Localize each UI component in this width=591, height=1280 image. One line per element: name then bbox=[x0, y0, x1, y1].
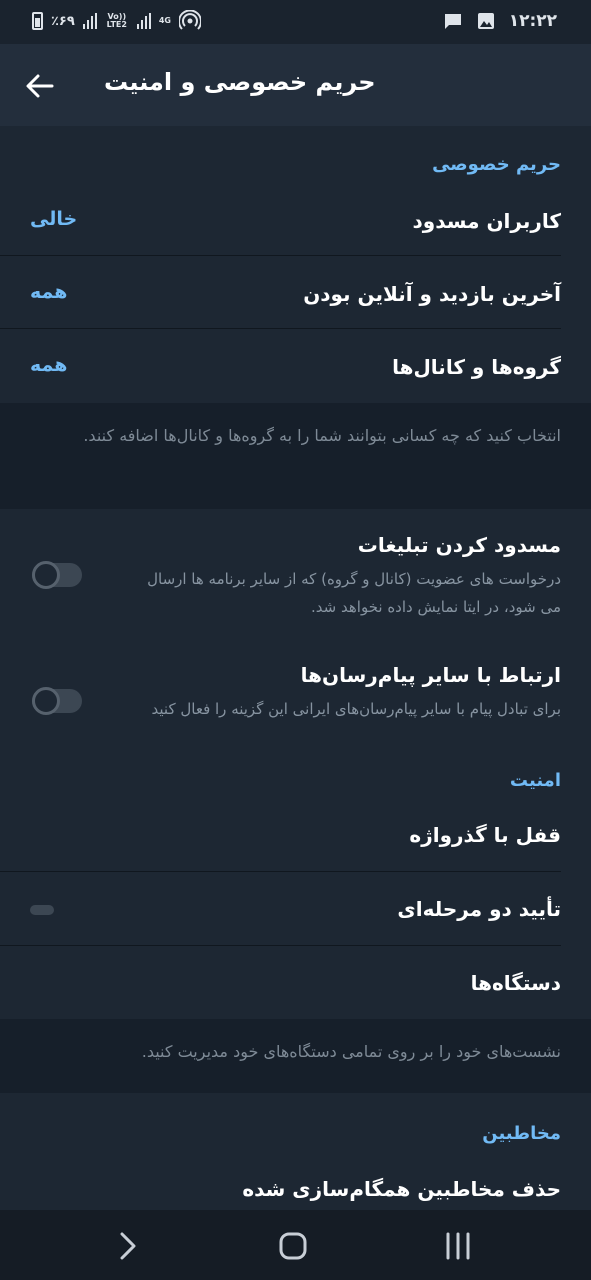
recents-lines-icon[interactable] bbox=[440, 1228, 476, 1264]
blocked-users-label: کاربران مسدود bbox=[412, 209, 561, 233]
divider bbox=[0, 945, 561, 946]
signal-icon-2 bbox=[136, 13, 151, 29]
clock: ۱۲:۲۲ bbox=[508, 11, 557, 31]
block-ads-desc-2: می شود، در ایتا نمایش داده نخواهد شد. bbox=[311, 598, 561, 616]
notification-icons bbox=[443, 12, 495, 30]
status-bar-left: ٪۶۹ Vo)) LTE2 4G bbox=[32, 10, 201, 32]
delete-synced-contacts-row[interactable]: حذف مخاطبین همگام‌سازی شده bbox=[0, 1153, 591, 1210]
page-title: حریم خصوصی و امنیت bbox=[104, 68, 376, 96]
chevron-right-icon[interactable] bbox=[110, 1228, 146, 1264]
two-step-label: تأیید دو مرحله‌ای bbox=[397, 897, 561, 921]
groups-channels-value: همه bbox=[30, 354, 68, 376]
home-square-icon[interactable] bbox=[275, 1228, 311, 1264]
block-ads-label: مسدود کردن تبلیغات bbox=[357, 533, 561, 557]
volte-label: Vo)) LTE2 bbox=[106, 12, 127, 29]
screen: ٪۶۹ Vo)) LTE2 4G ۱۲:۲۲ حریم خصوصی و امنی… bbox=[0, 0, 591, 1280]
block-ads-toggle[interactable] bbox=[32, 561, 82, 589]
status-bar: ٪۶۹ Vo)) LTE2 4G ۱۲:۲۲ bbox=[0, 0, 591, 44]
privacy-info-text: انتخاب کنید که چه کسانی بتوانند شما را ب… bbox=[83, 426, 561, 445]
back-arrow-icon[interactable] bbox=[22, 68, 58, 104]
battery-icon bbox=[32, 12, 43, 30]
two-step-indicator bbox=[30, 905, 54, 915]
network-4g-label: 4G bbox=[158, 16, 171, 25]
passcode-label: قفل با گذرواژه bbox=[409, 823, 561, 847]
passcode-row[interactable]: قفل با گذرواژه bbox=[0, 799, 591, 872]
app-bar: حریم خصوصی و امنیت bbox=[0, 44, 591, 126]
message-icon bbox=[445, 14, 461, 29]
privacy-info-box: انتخاب کنید که چه کسانی بتوانند شما را ب… bbox=[0, 403, 591, 509]
security-header: امنیت bbox=[509, 770, 561, 791]
block-ads-row[interactable]: مسدود کردن تبلیغات درخواست های عضویت (کا… bbox=[0, 509, 591, 639]
two-step-row[interactable]: تأیید دو مرحله‌ای bbox=[0, 873, 591, 946]
last-seen-row[interactable]: آخرین بازدید و آنلاین بودن همه bbox=[0, 257, 591, 329]
battery-percent: ٪۶۹ bbox=[51, 13, 75, 29]
delete-synced-contacts-label: حذف مخاطبین همگام‌سازی شده bbox=[242, 1177, 561, 1201]
groups-channels-label: گروه‌ها و کانال‌ها bbox=[392, 355, 561, 379]
devices-label: دستگاه‌ها bbox=[470, 971, 561, 995]
divider bbox=[0, 255, 561, 256]
security-info-box: نشست‌های خود را بر روی تمامی دستگاه‌های … bbox=[0, 1019, 591, 1093]
blocked-users-row[interactable]: کاربران مسدود خالی bbox=[0, 184, 591, 256]
divider bbox=[0, 871, 561, 872]
blocked-users-value: خالی bbox=[30, 208, 78, 230]
system-nav-bar bbox=[0, 1210, 591, 1280]
security-info-text: نشست‌های خود را بر روی تمامی دستگاه‌های … bbox=[141, 1042, 561, 1061]
privacy-section: حریم خصوصی کاربران مسدود خالی آخرین بازد… bbox=[0, 126, 591, 403]
signal-icon bbox=[82, 13, 97, 29]
groups-channels-row[interactable]: گروه‌ها و کانال‌ها همه bbox=[0, 330, 591, 403]
block-ads-desc-1: درخواست های عضویت (کانال و گروه) که از س… bbox=[147, 570, 561, 588]
other-messengers-toggle[interactable] bbox=[32, 687, 82, 715]
toggle-knob bbox=[32, 561, 60, 589]
divider bbox=[0, 328, 561, 329]
last-seen-label: آخرین بازدید و آنلاین بودن bbox=[303, 282, 561, 306]
image-icon bbox=[478, 13, 494, 29]
settings-section: مسدود کردن تبلیغات درخواست های عضویت (کا… bbox=[0, 509, 591, 1019]
last-seen-value: همه bbox=[30, 281, 68, 303]
other-messengers-label: ارتباط با سایر پیام‌رسان‌ها bbox=[300, 663, 561, 687]
hotspot-icon bbox=[178, 10, 201, 30]
other-messengers-desc: برای تبادل پیام با سایر پیام‌رسان‌های ای… bbox=[151, 700, 561, 718]
other-messengers-row[interactable]: ارتباط با سایر پیام‌رسان‌ها برای تبادل پ… bbox=[0, 649, 591, 739]
contacts-header: مخاطبین bbox=[482, 1123, 561, 1144]
devices-row[interactable]: دستگاه‌ها bbox=[0, 947, 591, 1019]
toggle-knob bbox=[32, 687, 60, 715]
privacy-header: حریم خصوصی bbox=[432, 154, 561, 175]
contacts-section: مخاطبین حذف مخاطبین همگام‌سازی شده bbox=[0, 1093, 591, 1210]
